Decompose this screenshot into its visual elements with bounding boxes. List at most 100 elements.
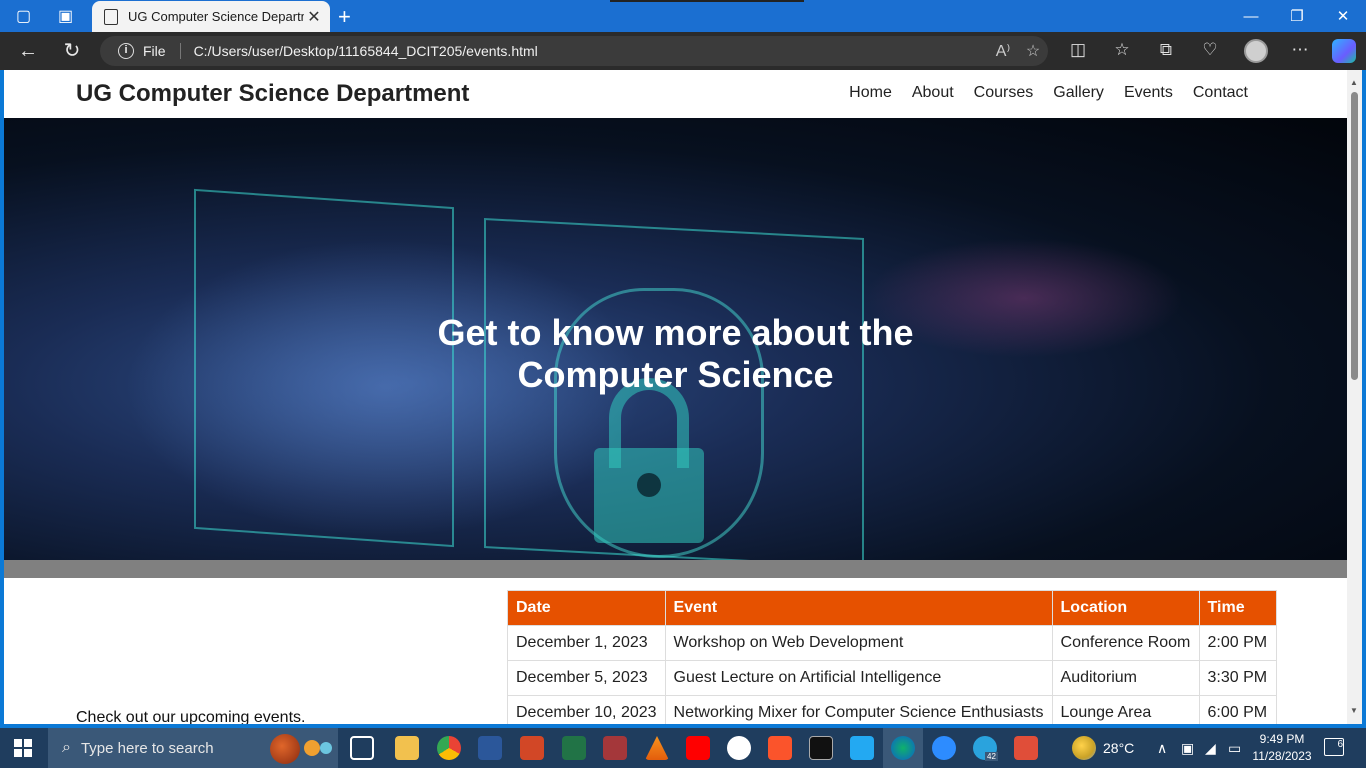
tab-actions-icon[interactable]: ▣ [58,6,78,26]
nav-gallery[interactable]: Gallery [1053,84,1104,102]
table-row: December 10, 2023 Networking Mixer for C… [507,695,1277,724]
column-header-date: Date [507,590,666,626]
separator [179,43,181,59]
weather-icon[interactable] [1072,736,1096,760]
chrome-icon[interactable] [437,736,461,760]
favorite-star-icon[interactable]: ☆ [1018,41,1048,61]
cell-location: Lounge Area [1051,695,1200,724]
events-intro-text: Check out our upcoming events. [76,709,306,724]
nav-courses[interactable]: Courses [974,84,1034,102]
vscode-icon[interactable] [850,736,874,760]
search-placeholder: Type here to search [80,739,214,757]
cell-date: December 10, 2023 [507,695,666,724]
file-label: File [143,43,166,59]
close-tab-icon[interactable]: ✕ [304,7,324,27]
access-icon[interactable] [603,736,627,760]
cell-event: Guest Lecture on Artificial Intelligence [664,660,1053,696]
edge-icon[interactable] [891,736,915,760]
task-view-icon[interactable] [350,736,374,760]
search-highlight-icon [320,742,332,754]
windows-taskbar: ⌕ Type here to search 42 28°C ∧ ▣ ◢ ▭ 9:… [0,728,1366,768]
copilot-icon[interactable] [1332,39,1356,63]
nav-home[interactable]: Home [849,84,892,102]
cell-date: December 5, 2023 [507,660,666,696]
table-header-row: Date Event Location Time [507,590,1277,626]
github-icon[interactable] [727,736,751,760]
browser-tab[interactable]: UG Computer Science Departme ✕ [92,1,330,32]
weather-temp[interactable]: 28°C [1103,728,1134,768]
telegram-badge: 42 [985,752,998,761]
hero-heading-line2: Computer Science [517,354,834,395]
window-controls: — ❐ ✕ [1228,0,1366,32]
split-screen-icon[interactable]: ◫ [1066,40,1090,62]
excel-icon[interactable] [562,736,586,760]
address-bar[interactable]: i File C:/Users/user/Desktop/11165844_DC… [100,36,1048,66]
scroll-down-arrow-icon[interactable]: ▼ [1350,706,1358,715]
taskbar-search[interactable]: ⌕ Type here to search [48,728,338,768]
vlc-icon[interactable] [645,736,669,760]
scrollbar-thumb[interactable] [1351,92,1358,380]
hero-heading: Get to know more about the Computer Scie… [4,312,1347,396]
profile-avatar[interactable] [1244,39,1268,63]
word-icon[interactable] [478,736,502,760]
section-divider [4,560,1347,578]
cell-time: 2:00 PM [1198,625,1277,661]
search-icon: ⌕ [62,739,71,756]
powerpoint-icon[interactable] [520,736,544,760]
tab-title: UG Computer Science Departme [128,9,304,24]
workspaces-icon[interactable]: ▢ [16,6,36,26]
back-button[interactable]: ← [14,39,42,63]
notification-count: 6 [1337,739,1343,750]
cell-time: 6:00 PM [1198,695,1277,724]
taskbar-clock[interactable]: 9:49 PM 11/28/2023 [1252,731,1312,765]
window-top-indicator [610,0,804,2]
info-icon[interactable]: i [118,43,134,59]
clock-time: 9:49 PM [1259,732,1305,746]
search-highlight-icon [270,734,300,764]
restore-button[interactable]: ❐ [1274,0,1320,32]
scroll-up-arrow-icon[interactable]: ▲ [1350,78,1358,87]
page-viewport: UG Computer Science Department Home Abou… [4,70,1347,724]
brave-icon[interactable] [768,736,792,760]
cell-event: Workshop on Web Development [664,625,1053,661]
browser-essentials-icon[interactable]: ♡ [1198,40,1222,62]
collections-icon[interactable]: ⧉ [1154,40,1178,62]
read-aloud-icon[interactable]: A⁾ [988,41,1018,61]
cell-date: December 1, 2023 [507,625,666,661]
table-row: December 5, 2023 Guest Lecture on Artifi… [507,660,1277,696]
meet-now-icon[interactable]: ▣ [1181,728,1194,768]
table-row: December 1, 2023 Workshop on Web Develop… [507,625,1277,661]
page-icon [104,8,118,25]
url-text[interactable]: C:/Users/user/Desktop/11165844_DCIT205/e… [194,43,988,59]
column-header-time: Time [1198,590,1277,626]
favorites-icon[interactable]: ☆ [1110,40,1134,62]
cell-event: Networking Mixer for Computer Science En… [664,695,1053,724]
nav-events[interactable]: Events [1124,84,1173,102]
site-title: UG Computer Science Department [76,80,470,107]
zoom-icon[interactable] [932,736,956,760]
refresh-button[interactable]: ↻ [58,39,86,63]
cell-location: Conference Room [1051,625,1200,661]
more-menu-icon[interactable]: ⋯ [1288,40,1312,62]
youtube-icon[interactable] [686,736,710,760]
notification-center-icon[interactable]: 6 [1324,738,1344,756]
page-scrollbar[interactable]: ▲ ▼ [1347,70,1362,724]
nav-about[interactable]: About [912,84,954,102]
search-highlight-icon [304,740,320,756]
clock-date: 11/28/2023 [1252,749,1312,763]
close-window-button[interactable]: ✕ [1320,0,1366,32]
start-button[interactable] [14,739,32,757]
wifi-icon[interactable]: ◢ [1205,728,1216,768]
minimize-button[interactable]: — [1228,0,1274,32]
nav-contact[interactable]: Contact [1193,84,1248,102]
cell-location: Auditorium [1051,660,1200,696]
file-explorer-icon[interactable] [395,736,419,760]
column-header-location: Location [1051,590,1200,626]
site-header: UG Computer Science Department Home Abou… [4,70,1347,118]
show-hidden-icons-chevron-icon[interactable]: ∧ [1157,728,1167,768]
terminal-icon[interactable] [809,736,833,760]
app-icon[interactable] [1014,736,1038,760]
address-toolbar: ← ↻ i File C:/Users/user/Desktop/1116584… [0,32,1366,70]
new-tab-button[interactable]: + [338,4,351,30]
battery-icon[interactable]: ▭ [1228,728,1241,768]
